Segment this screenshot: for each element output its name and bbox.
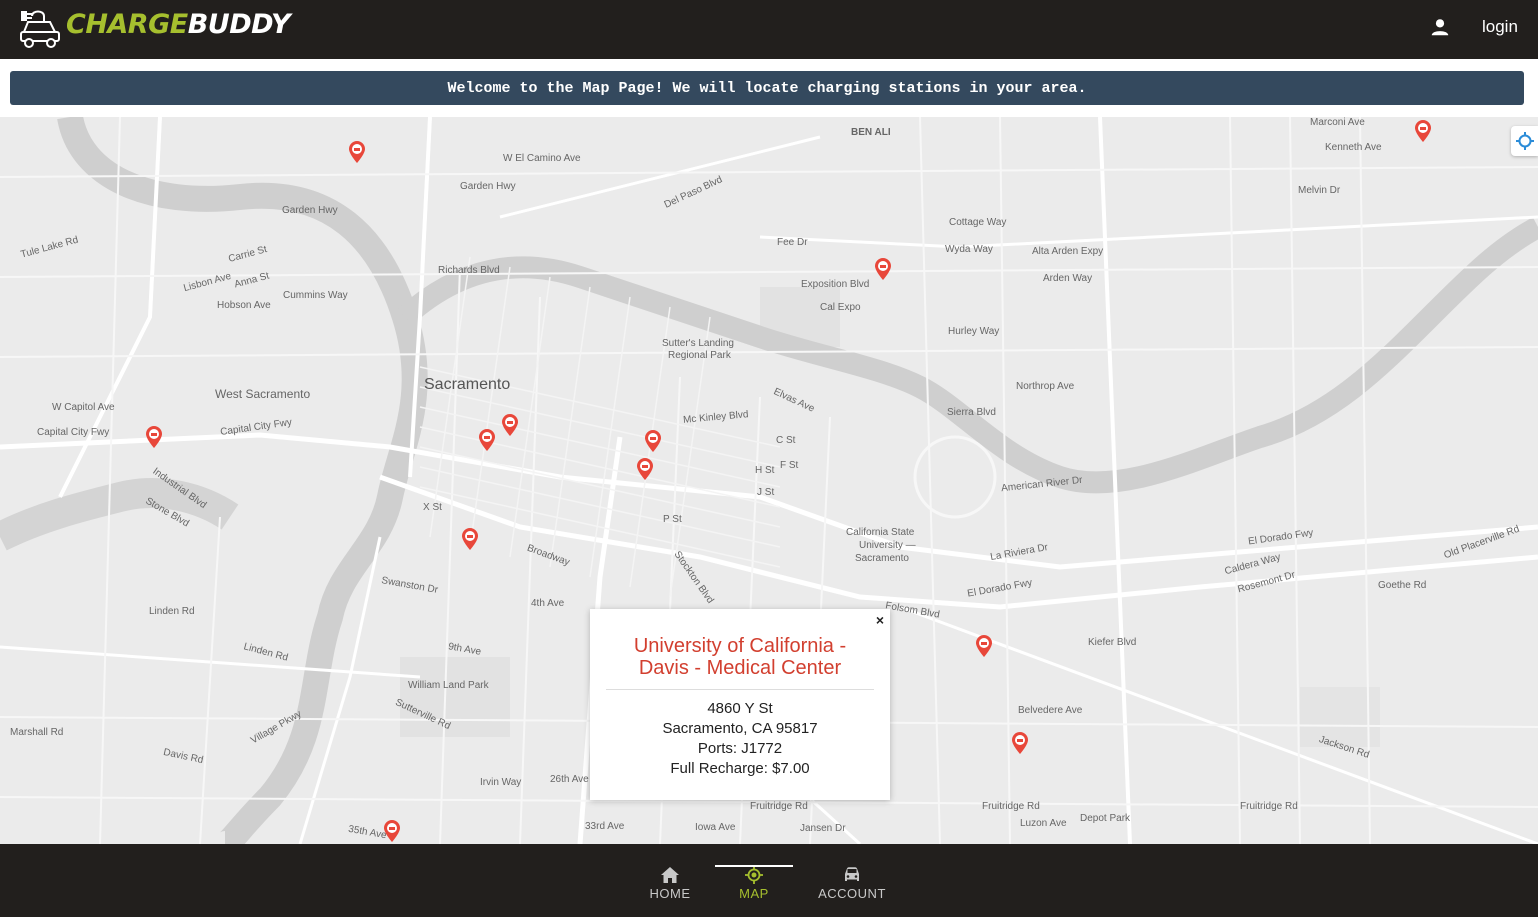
login-link[interactable]: login bbox=[1482, 17, 1518, 37]
station-name-line-1: University of California - bbox=[633, 635, 847, 657]
map-label-exposition-blvd: Exposition Blvd bbox=[801, 279, 870, 290]
map-label-c-st: C St bbox=[776, 435, 796, 446]
map-label-33rd-ave: 33rd Ave bbox=[585, 821, 625, 832]
map-label-wyda-way: Wyda Way bbox=[945, 244, 993, 255]
map-label-w-el-camino: W El Camino Ave bbox=[503, 153, 581, 164]
map-label-26th-ave: 26th Ave bbox=[550, 774, 589, 785]
nav-map-label: MAP bbox=[739, 886, 769, 901]
map-label-kenneth-ave: Kenneth Ave bbox=[1325, 142, 1382, 153]
station-popup: × University of California - Davis - Med… bbox=[590, 609, 890, 800]
map-label-william-land-park: William Land Park bbox=[408, 680, 489, 691]
nav-home[interactable]: HOME bbox=[646, 866, 694, 901]
station-name-line-2: Davis - Medical Center bbox=[638, 657, 842, 679]
station-pin-2[interactable] bbox=[873, 257, 893, 281]
map-label-csu-2: University — bbox=[859, 540, 916, 551]
car-icon bbox=[845, 867, 859, 881]
brand-name-part2: BUDDY bbox=[187, 8, 291, 40]
map-label-p-st: P St bbox=[663, 514, 682, 525]
active-tab-indicator bbox=[715, 865, 793, 867]
brand-name: CHARGEBUDDY bbox=[66, 8, 291, 40]
station-pin-11[interactable] bbox=[1010, 731, 1030, 755]
map-label-capital-city-fwy-2: Capital City Fwy bbox=[37, 427, 110, 438]
station-name: University of California - Davis - Medic… bbox=[606, 635, 874, 690]
map-label-depot-park: Depot Park bbox=[1080, 813, 1131, 824]
map-label-csu-3: Sacramento bbox=[855, 553, 909, 564]
map-label-luzon-ave: Luzon Ave bbox=[1020, 818, 1067, 829]
map-label-cottage-way: Cottage Way bbox=[949, 217, 1007, 228]
station-address: 4860 Y St bbox=[707, 700, 773, 717]
map-label-garden-hwy: Garden Hwy bbox=[460, 181, 516, 192]
map-label-alta-arden: Alta Arden Expy bbox=[1032, 246, 1104, 257]
map-label-regional-park: Regional Park bbox=[668, 350, 731, 361]
station-price: Full Recharge: $7.00 bbox=[670, 760, 810, 777]
map-label-melvin-dr: Melvin Dr bbox=[1298, 185, 1341, 196]
station-pin-9[interactable] bbox=[460, 527, 480, 551]
map-label-fee-dr: Fee Dr bbox=[777, 237, 808, 248]
locate-me-button[interactable] bbox=[1511, 126, 1538, 156]
map-label-fruitridge-rd: Fruitridge Rd bbox=[982, 801, 1040, 812]
station-ports: Ports: J1772 bbox=[697, 740, 783, 757]
map-label-csu-1: California State bbox=[846, 527, 915, 538]
user-icon[interactable] bbox=[1429, 16, 1451, 38]
station-city-state-zip: Sacramento, CA 95817 bbox=[662, 720, 818, 737]
map-label-sacramento: Sacramento bbox=[424, 376, 511, 393]
bottom-navigation: HOME MAP ACCOUNT bbox=[0, 844, 1538, 917]
map-label-marshall-rd: Marshall Rd bbox=[10, 727, 64, 738]
brand-logo[interactable]: CHARGEBUDDY bbox=[18, 6, 291, 52]
home-icon bbox=[661, 867, 679, 883]
map-label-richards-blvd: Richards Blvd bbox=[438, 265, 500, 276]
map-label-4th-ave: 4th Ave bbox=[531, 598, 565, 609]
station-pin-7[interactable] bbox=[643, 429, 663, 453]
map-label-hobson-ave: Hobson Ave bbox=[217, 300, 271, 311]
map-label-cummins-way: Cummins Way bbox=[283, 290, 348, 301]
popup-close-button[interactable]: × bbox=[876, 612, 884, 628]
map-label-fruitridge-rd-2: Fruitridge Rd bbox=[1240, 801, 1298, 812]
map-label-x-st: X St bbox=[423, 502, 442, 513]
map-label-belvedere-ave: Belvedere Ave bbox=[1018, 705, 1083, 716]
station-pin-4[interactable] bbox=[144, 425, 164, 449]
top-header: CHARGEBUDDY login bbox=[0, 0, 1538, 59]
map-label-sutters-landing: Sutter's Landing bbox=[662, 338, 734, 349]
map-label-irvin-way: Irvin Way bbox=[480, 777, 522, 788]
map-label-cal-expo: Cal Expo bbox=[820, 302, 861, 313]
map-label-ben-ali: BEN ALI bbox=[851, 127, 891, 138]
map-label-j-st: J St bbox=[757, 487, 775, 498]
station-details: 4860 Y St Sacramento, CA 95817 Ports: J1… bbox=[590, 699, 890, 779]
map-label-w-capitol-ave: W Capitol Ave bbox=[52, 402, 115, 413]
crosshair-icon bbox=[1515, 132, 1534, 150]
brand-name-part1: CHARGE bbox=[66, 8, 188, 40]
map-label-sierra-blvd: Sierra Blvd bbox=[947, 407, 996, 418]
nav-map[interactable]: MAP bbox=[734, 866, 774, 901]
map-label-west-sacramento: West Sacramento bbox=[215, 387, 311, 401]
map-label-jansen-dr: Jansen Dr bbox=[800, 823, 846, 834]
map-label-goethe-rd: Goethe Rd bbox=[1378, 580, 1427, 591]
station-pin-6[interactable] bbox=[500, 413, 520, 437]
map-label-garden-hwy-2: Garden Hwy bbox=[282, 205, 338, 216]
nav-account-label: ACCOUNT bbox=[818, 886, 886, 901]
car-plug-logo-icon bbox=[20, 10, 60, 48]
station-pin-12[interactable] bbox=[382, 819, 402, 843]
map-label-f-st: F St bbox=[780, 460, 799, 471]
map-label-iowa-ave: Iowa Ave bbox=[695, 822, 736, 833]
nav-account[interactable]: ACCOUNT bbox=[816, 866, 888, 901]
map-label-kiefer-blvd: Kiefer Blvd bbox=[1088, 637, 1137, 648]
nav-home-label: HOME bbox=[649, 886, 691, 901]
map-label-fruitridge-rd-3: Fruitridge Rd bbox=[750, 801, 808, 812]
station-pin-1[interactable] bbox=[347, 140, 367, 164]
map-label-arden-way: Arden Way bbox=[1043, 273, 1093, 284]
station-pin-3[interactable] bbox=[1413, 119, 1433, 143]
location-target-icon bbox=[745, 866, 763, 884]
station-pin-5[interactable] bbox=[477, 428, 497, 452]
map-label-h-st: H St bbox=[755, 465, 775, 476]
station-pin-8[interactable] bbox=[635, 457, 655, 481]
map-label-hurley-way: Hurley Way bbox=[948, 326, 1000, 337]
station-pin-10[interactable] bbox=[974, 634, 994, 658]
map-label-linden-rd: Linden Rd bbox=[149, 606, 195, 617]
welcome-banner: Welcome to the Map Page! We will locate … bbox=[10, 71, 1524, 105]
map-label-northrop-ave: Northrop Ave bbox=[1016, 381, 1075, 392]
map-label-marconi-ave: Marconi Ave bbox=[1310, 117, 1365, 128]
welcome-banner-text: Welcome to the Map Page! We will locate … bbox=[447, 79, 1087, 97]
